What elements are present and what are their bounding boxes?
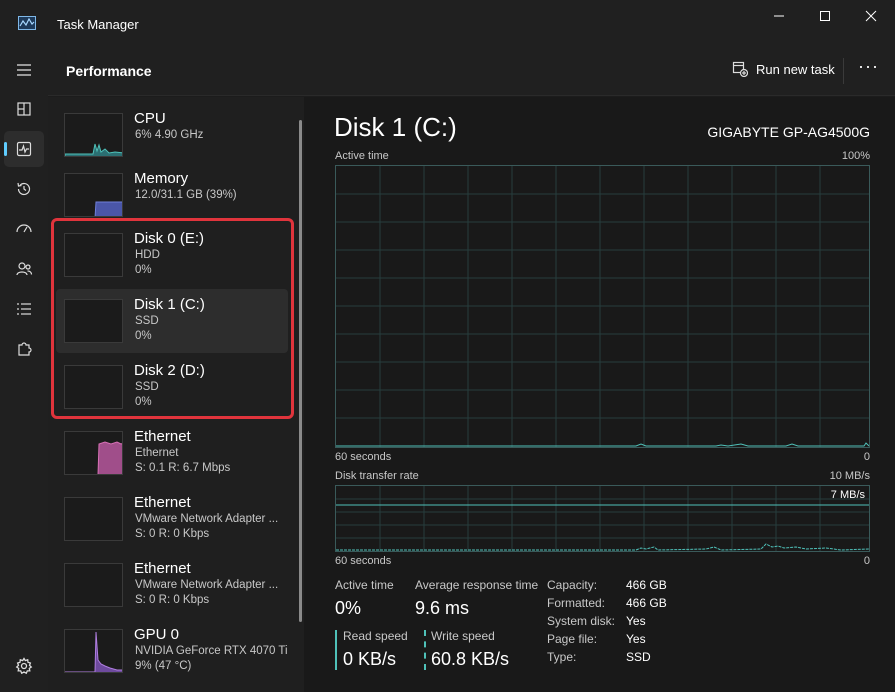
- capacity-key: Capacity:: [547, 578, 598, 592]
- device-stat: S: 0.1 R: 6.7 Mbps: [135, 462, 231, 474]
- avg-response-label: Average response time: [415, 578, 539, 592]
- device-ethernet-1[interactable]: Ethernet VMware Network Adapter ... S: 0…: [56, 487, 288, 551]
- device-name: Ethernet: [134, 494, 191, 511]
- page-title: Performance: [66, 63, 152, 79]
- transfer-rate-graph-label: Disk transfer rate: [335, 470, 419, 482]
- ethernet1-thumbnail: [64, 497, 123, 541]
- write-speed-label: Write speed: [431, 629, 495, 643]
- active-time-graph-max: 100%: [841, 150, 870, 162]
- active-time-graph-label: Active time: [335, 150, 389, 162]
- performance-icon: [16, 141, 32, 157]
- more-options-button[interactable]: ···: [858, 56, 879, 77]
- processes-icon: [17, 102, 31, 116]
- read-speed-marker: [335, 630, 337, 670]
- type-key: Type:: [547, 650, 577, 664]
- device-name: GPU 0: [134, 626, 180, 643]
- write-speed-value: 60.8 KB/s: [431, 649, 510, 669]
- device-cpu[interactable]: CPU 6% 4.90 GHz: [56, 103, 288, 167]
- page-file-key: Page file:: [547, 632, 598, 646]
- active-time-graph-timespan: 60 seconds: [335, 451, 392, 463]
- device-stat: S: 0 R: 0 Kbps: [135, 528, 210, 540]
- device-list-scrollbar[interactable]: [299, 120, 302, 622]
- read-speed-value: 0 KB/s: [343, 649, 397, 669]
- window-title: Task Manager: [57, 17, 139, 32]
- title-bar: Task Manager: [0, 0, 895, 46]
- system-disk-key: System disk:: [547, 614, 616, 628]
- device-subtitle: NVIDIA GeForce RTX 4070 Ti: [135, 645, 288, 657]
- page-header: Performance Run new task ···: [48, 46, 895, 96]
- nav-app-history[interactable]: [4, 171, 44, 207]
- close-button[interactable]: [848, 0, 894, 32]
- active-indicator: [4, 142, 7, 156]
- users-icon: [16, 262, 33, 276]
- device-name: Memory: [134, 170, 189, 187]
- active-time-graph-plot: [336, 166, 869, 447]
- device-subtitle: 6% 4.90 GHz: [135, 129, 204, 141]
- nav-rail: [0, 46, 48, 692]
- nav-details[interactable]: [4, 291, 44, 327]
- device-ethernet-0[interactable]: Ethernet Ethernet S: 0.1 R: 6.7 Mbps: [56, 421, 288, 485]
- maximize-icon: [820, 11, 830, 21]
- write-speed-marker: [424, 630, 426, 670]
- transfer-rate-line-label: 7 MB/s: [830, 489, 865, 501]
- cpu-thumbnail: [64, 113, 123, 157]
- formatted-value: 466 GB: [626, 596, 667, 610]
- type-value: SSD: [626, 650, 651, 664]
- transfer-rate-graph-timespan: 60 seconds: [335, 555, 392, 567]
- device-stat: S: 0 R: 0 Kbps: [135, 594, 210, 606]
- capacity-value: 466 GB: [626, 578, 667, 592]
- active-time-graph: [335, 165, 870, 448]
- maximize-button[interactable]: [802, 0, 848, 32]
- puzzle-icon: [18, 342, 32, 356]
- disk-title: Disk 1 (C:): [334, 112, 457, 142]
- transfer-rate-graph: [335, 485, 870, 552]
- device-gpu-0[interactable]: GPU 0 NVIDIA GeForce RTX 4070 Ti 9% (47 …: [56, 619, 288, 683]
- history-icon: [17, 182, 31, 196]
- run-new-task-label: Run new task: [756, 61, 835, 77]
- nav-startup-apps[interactable]: [4, 211, 44, 247]
- minimize-icon: [774, 15, 784, 17]
- active-time-value: 0%: [335, 598, 362, 618]
- memory-thumbnail: [64, 173, 123, 217]
- hamburger-icon: [17, 64, 31, 76]
- transfer-rate-graph-plot: [336, 486, 869, 551]
- run-new-task-button[interactable]: Run new task: [732, 61, 835, 77]
- gpu-thumbnail: [64, 629, 123, 673]
- speedometer-icon: [16, 224, 32, 233]
- device-subtitle: VMware Network Adapter ...: [135, 513, 279, 525]
- page-file-value: Yes: [626, 632, 646, 646]
- nav-processes[interactable]: [4, 91, 44, 127]
- device-subtitle: 12.0/31.1 GB (39%): [135, 189, 237, 201]
- nav-performance[interactable]: [4, 131, 44, 167]
- transfer-rate-graph-min: 0: [863, 555, 870, 567]
- disk-selection-highlight: [51, 218, 294, 419]
- formatted-key: Formatted:: [547, 596, 606, 610]
- read-speed-label: Read speed: [343, 629, 408, 643]
- transfer-rate-graph-max: 10 MB/s: [829, 470, 870, 482]
- nav-services[interactable]: [4, 331, 44, 367]
- close-icon: [865, 10, 877, 22]
- settings-gear-icon[interactable]: [15, 657, 33, 675]
- avg-response-value: 9.6 ms: [415, 598, 470, 618]
- active-time-graph-min: 0: [863, 451, 870, 463]
- new-task-icon: [732, 61, 748, 77]
- disk-model: GIGABYTE GP-AG4500G: [707, 124, 870, 140]
- nav-users[interactable]: [4, 251, 44, 287]
- system-disk-value: Yes: [626, 614, 646, 628]
- device-ethernet-2[interactable]: Ethernet VMware Network Adapter ... S: 0…: [56, 553, 288, 617]
- device-name: CPU: [134, 110, 166, 127]
- minimize-button[interactable]: [756, 0, 802, 32]
- device-subtitle: VMware Network Adapter ...: [135, 579, 279, 591]
- active-time-label: Active time: [335, 578, 394, 592]
- header-divider: [843, 58, 844, 84]
- task-manager-icon: [18, 16, 36, 30]
- device-name: Ethernet: [134, 560, 191, 577]
- device-name: Ethernet: [134, 428, 191, 445]
- device-stat: 9% (47 °C): [135, 660, 192, 672]
- ethernet2-thumbnail: [64, 563, 123, 607]
- device-subtitle: Ethernet: [135, 447, 179, 459]
- ethernet0-thumbnail: [64, 431, 123, 475]
- nav-menu-button[interactable]: [4, 52, 44, 88]
- details-list-icon: [17, 303, 31, 315]
